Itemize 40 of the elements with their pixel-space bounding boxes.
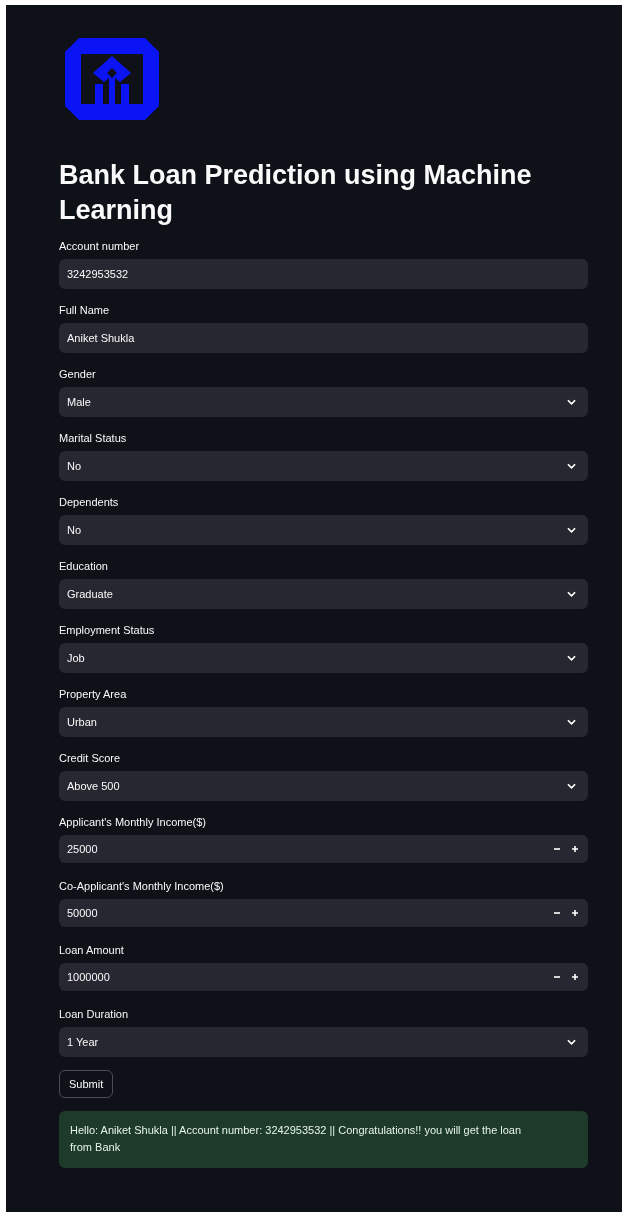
select-field[interactable]: Male <box>59 387 588 417</box>
select-field[interactable]: Above 500 <box>59 771 588 801</box>
select-field[interactable]: No <box>59 515 588 545</box>
input-field[interactable]: Aniket Shukla <box>59 323 588 353</box>
chevron-down-icon <box>567 527 576 533</box>
plus-icon[interactable] <box>570 972 580 982</box>
field-label: Education <box>59 560 109 573</box>
page-title: Bank Loan Prediction using Machine Learning <box>59 159 533 227</box>
field-label: Credit Score <box>59 752 122 765</box>
plus-icon[interactable] <box>570 908 580 918</box>
field-label: Loan Amount <box>59 944 125 957</box>
chevron-down-icon <box>567 719 576 725</box>
plus-icon[interactable] <box>570 844 580 854</box>
number-field[interactable]: 50000 <box>59 899 588 927</box>
number-field[interactable]: 25000 <box>59 835 588 863</box>
field-label: Gender <box>59 368 97 381</box>
field-label: Employment Status <box>59 624 156 637</box>
select-field[interactable]: 1 Year <box>59 1027 588 1057</box>
select-field[interactable]: Urban <box>59 707 588 737</box>
chevron-down-icon <box>567 399 576 405</box>
field-label: Property Area <box>59 688 128 701</box>
field-label: Account number <box>59 240 141 253</box>
chevron-down-icon <box>567 1039 576 1045</box>
select-field[interactable]: No <box>59 451 588 481</box>
select-field[interactable]: Graduate <box>59 579 588 609</box>
field-label: Full Name <box>59 304 111 317</box>
chevron-down-icon <box>567 655 576 661</box>
number-field[interactable]: 1000000 <box>59 963 588 991</box>
field-label: Co-Applicant's Monthly Income($) <box>59 880 225 893</box>
chevron-down-icon <box>567 783 576 789</box>
chevron-down-icon <box>567 591 576 597</box>
success-message: Hello: Aniket Shukla || Account number: 3242953532 || Congratulations!! you will get the loan from Bank <box>59 1111 588 1168</box>
field-label: Applicant's Monthly Income($) <box>59 816 207 829</box>
submit-button[interactable]: Submit <box>59 1070 114 1098</box>
field-label: Marital Status <box>59 432 128 445</box>
select-field[interactable]: Job <box>59 643 588 673</box>
chevron-down-icon <box>567 463 576 469</box>
field-label: Loan Duration <box>59 1008 130 1021</box>
input-field[interactable]: 3242953532 <box>59 259 588 289</box>
field-label: Dependents <box>59 496 120 509</box>
